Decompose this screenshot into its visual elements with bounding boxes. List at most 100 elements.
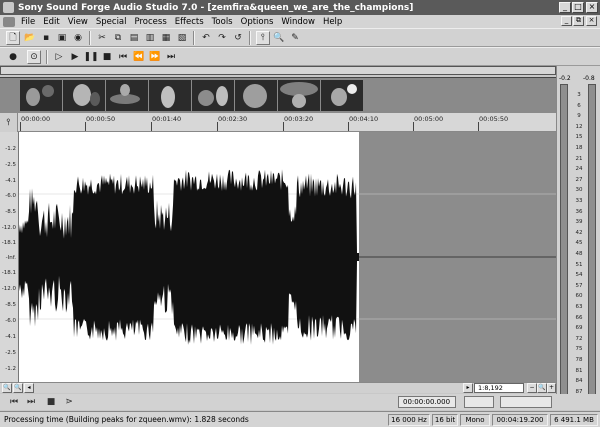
- menu-view[interactable]: View: [64, 17, 92, 27]
- db-label: -4.1: [5, 178, 16, 184]
- menu-process[interactable]: Process: [131, 17, 171, 27]
- status-length: 00:04:19.200: [492, 414, 548, 426]
- close-button[interactable]: ×: [586, 2, 598, 13]
- menu-window[interactable]: Window: [277, 17, 319, 27]
- mix-icon[interactable]: ▦: [159, 31, 173, 45]
- play-icon[interactable]: ⋗: [63, 396, 75, 408]
- meter-scale-label: 27: [575, 176, 583, 183]
- meter-scale-label: 69: [575, 325, 583, 332]
- save-icon[interactable]: ▪: [39, 31, 53, 45]
- meter-scale-label: 12: [575, 123, 583, 130]
- repeat-icon[interactable]: ↺: [231, 31, 245, 45]
- meter-bar-right: [588, 84, 596, 396]
- menu-special[interactable]: Special: [92, 17, 131, 27]
- meter-peak-right: -0.8: [583, 75, 595, 82]
- db-scale: -1.2 -2.5 -4.1 -6.0 -8.5 -12.0 -18.1 -In…: [0, 132, 19, 382]
- undo-icon[interactable]: ↶: [199, 31, 213, 45]
- ruler-label: 00:04:10: [349, 115, 379, 123]
- magnify-tool-icon[interactable]: 🔍: [272, 31, 286, 45]
- ruler-label: 00:02:30: [218, 115, 248, 123]
- status-message: Processing time (Building peaks for zque…: [4, 415, 249, 424]
- menu-options[interactable]: Options: [237, 17, 278, 27]
- zoom-magnify-icon[interactable]: 🔍: [537, 383, 547, 393]
- stop-icon[interactable]: ■: [100, 50, 114, 64]
- selection-length-field[interactable]: [500, 396, 552, 408]
- video-strip[interactable]: [0, 77, 556, 113]
- go-end-icon[interactable]: ⏭: [164, 50, 178, 64]
- go-start-icon[interactable]: ⏮: [116, 50, 130, 64]
- stop-icon[interactable]: ■: [45, 396, 57, 408]
- scroll-right-icon[interactable]: ▸: [463, 383, 473, 393]
- status-channels: Mono: [460, 414, 490, 426]
- waveform-display[interactable]: [19, 132, 556, 382]
- redo-icon[interactable]: ↷: [215, 31, 229, 45]
- open-icon[interactable]: 📂: [23, 31, 37, 45]
- ruler-label: 00:01:40: [152, 115, 182, 123]
- play-all-icon[interactable]: ▷: [52, 50, 66, 64]
- overview-bar[interactable]: [0, 66, 556, 75]
- meter-scale-label: 81: [575, 367, 583, 374]
- menu-tools[interactable]: Tools: [208, 17, 237, 27]
- video-frame: [106, 80, 148, 111]
- title-bar: Sony Sound Forge Audio Studio 7.0 - [zem…: [0, 0, 600, 15]
- paste-icon[interactable]: ▤: [127, 31, 141, 45]
- go-end-icon[interactable]: ⏭: [25, 396, 37, 408]
- ruler-label: 00:05:00: [414, 115, 444, 123]
- db-label: -6.0: [5, 193, 16, 199]
- rewind-icon[interactable]: ⏪: [132, 50, 146, 64]
- forward-icon[interactable]: ⏩: [148, 50, 162, 64]
- record-icon[interactable]: ●: [6, 50, 20, 64]
- video-frame: [149, 80, 191, 111]
- video-frame: [321, 80, 363, 111]
- doc-minimize-button[interactable]: _: [561, 16, 572, 26]
- meter-scale-label: 51: [575, 261, 583, 268]
- meter-scale-label: 9: [577, 113, 581, 120]
- time-ruler[interactable]: 00:00:00 00:00:50 00:01:40 00:02:30 00:0…: [0, 113, 556, 132]
- edit-tool-icon[interactable]: ⫯: [256, 31, 270, 45]
- meter-peak-left: -0.2: [559, 75, 571, 82]
- copy-icon[interactable]: ⧉: [111, 31, 125, 45]
- selection-end-field[interactable]: [464, 396, 494, 408]
- menu-effects[interactable]: Effects: [171, 17, 208, 27]
- meter-bar-left: [560, 84, 568, 396]
- zoom-out-icon[interactable]: 🔍: [2, 383, 12, 393]
- paste-special-icon[interactable]: ▥: [143, 31, 157, 45]
- meter-scale-label: 36: [575, 208, 583, 215]
- ruler-label: 00:00:00: [21, 115, 51, 123]
- zoom-in-icon[interactable]: 🔍: [13, 383, 23, 393]
- properties-icon[interactable]: ◉: [71, 31, 85, 45]
- crop-icon[interactable]: ▧: [175, 31, 189, 45]
- video-frame: [278, 80, 320, 111]
- zoom-minus-icon[interactable]: −: [527, 383, 537, 393]
- meter-scale-label: 75: [575, 346, 583, 353]
- doc-restore-button[interactable]: ⧉: [573, 16, 584, 26]
- meter-scale-label: 3: [577, 92, 581, 98]
- db-label: -2.5: [5, 162, 16, 168]
- menu-help[interactable]: Help: [319, 17, 346, 27]
- marker-tool-icon[interactable]: ⫯: [0, 113, 18, 132]
- maximize-button[interactable]: □: [572, 2, 584, 13]
- doc-close-button[interactable]: ×: [586, 16, 597, 26]
- zoom-plus-icon[interactable]: +: [547, 383, 556, 393]
- go-start-icon[interactable]: ⏮: [8, 396, 20, 408]
- db-label: -4.1: [5, 334, 16, 340]
- scroll-left-icon[interactable]: ◂: [24, 383, 34, 393]
- menu-edit[interactable]: Edit: [39, 17, 63, 27]
- new-icon[interactable]: 🗋: [6, 31, 20, 45]
- meter-scale-label: 54: [575, 272, 583, 279]
- play-icon[interactable]: ▶: [68, 50, 82, 64]
- pencil-tool-icon[interactable]: ✎: [288, 31, 302, 45]
- pause-icon[interactable]: ❚❚: [83, 50, 98, 64]
- selection-start-field[interactable]: 00:00:00.000: [398, 396, 456, 408]
- loop-icon[interactable]: ⊙: [27, 50, 41, 64]
- transport-toolbar: ● ⊙ ▷ ▶ ❚❚ ■ ⏮ ⏪ ⏩ ⏭: [0, 47, 600, 66]
- minimize-button[interactable]: _: [559, 2, 571, 13]
- menu-file[interactable]: File: [17, 17, 39, 27]
- cut-icon[interactable]: ✂: [95, 31, 109, 45]
- meter-scale-label: 60: [575, 293, 583, 300]
- zoom-ratio[interactable]: 1:8,192: [474, 383, 524, 393]
- meter-scale-label: 39: [575, 219, 583, 226]
- document-icon[interactable]: [3, 16, 15, 27]
- save-as-icon[interactable]: ▣: [55, 31, 69, 45]
- db-label: -Inf.: [5, 255, 16, 261]
